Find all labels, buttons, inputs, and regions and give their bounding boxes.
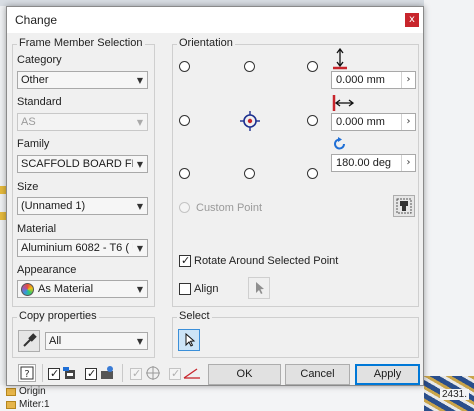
appearance-value: As Material xyxy=(38,283,94,295)
help-button[interactable]: ? xyxy=(18,364,36,382)
standard-value: AS xyxy=(21,116,36,128)
background-viewport xyxy=(424,0,474,411)
checkmark-icon: ✓ xyxy=(171,367,181,380)
member-properties-icon[interactable] xyxy=(99,365,115,381)
cancel-button[interactable]: Cancel xyxy=(285,364,350,385)
select-members-button[interactable] xyxy=(178,329,200,351)
close-button[interactable]: x xyxy=(405,13,419,27)
align-checkbox[interactable] xyxy=(179,283,191,295)
chevron-down-icon: ▼ xyxy=(136,336,144,346)
appearance-swatch-icon xyxy=(21,282,34,296)
size-label: Size xyxy=(17,181,39,193)
family-dropdown[interactable]: SCAFFOLD BOARD FRAME F ▼ xyxy=(17,155,148,173)
chevron-down-icon: ▼ xyxy=(136,159,144,169)
checkmark-icon: ✓ xyxy=(50,367,60,380)
appearance-dropdown[interactable]: As Material ▼ xyxy=(17,280,148,298)
folder-icon xyxy=(6,400,16,409)
flip-profile-button[interactable] xyxy=(393,195,415,217)
rotate-around-checkbox[interactable]: ✓ xyxy=(179,254,191,267)
checkmark-icon: ✓ xyxy=(87,367,97,380)
material-dropdown[interactable]: Aluminium 6082 - T6 ( UP TO ▼ xyxy=(17,239,148,257)
vertical-offset-icon xyxy=(333,47,347,70)
material-value: Aluminium 6082 - T6 ( UP TO xyxy=(21,242,133,254)
anchor-middle-left-radio[interactable] xyxy=(179,115,190,126)
orientation-preview-icon[interactable] xyxy=(145,365,161,381)
category-dropdown[interactable]: Other ▼ xyxy=(17,71,148,89)
appearance-label: Appearance xyxy=(17,264,77,276)
rotation-angle-value: 180.00 deg xyxy=(336,157,392,169)
category-value: Other xyxy=(21,74,49,86)
align-label: Align xyxy=(194,283,219,295)
chevron-down-icon: ▼ xyxy=(136,201,144,211)
size-dropdown[interactable]: (Unnamed 1) ▼ xyxy=(17,197,148,215)
viewport-dimension-label: 2431. xyxy=(440,389,470,400)
anchor-center-target-icon[interactable] xyxy=(240,111,260,131)
dialog-titlebar[interactable]: Change x xyxy=(7,7,423,33)
vertical-offset-value: 0.000 mm xyxy=(336,74,385,86)
tree-item-label: Origin xyxy=(19,386,46,397)
checkmark-icon: ✓ xyxy=(132,367,142,380)
option-checkbox-2[interactable]: ✓ xyxy=(85,367,97,380)
chevron-right-icon[interactable]: › xyxy=(401,72,415,88)
horizontal-offset-value: 0.000 mm xyxy=(336,116,385,128)
group-label: Select xyxy=(177,310,212,322)
custom-point-label: Custom Point xyxy=(196,202,263,214)
group-label: Frame Member Selection xyxy=(17,37,145,49)
anchor-middle-right-radio[interactable] xyxy=(307,115,318,126)
category-label: Category xyxy=(17,54,62,66)
horizontal-offset-input[interactable]: 0.000 mm › xyxy=(331,113,416,131)
angle-icon[interactable] xyxy=(183,365,201,381)
frame-member-icon[interactable] xyxy=(62,365,78,381)
material-label: Material xyxy=(17,223,57,235)
checkmark-icon: ✓ xyxy=(181,254,191,267)
align-select-button[interactable] xyxy=(248,277,270,299)
anchor-top-right-radio[interactable] xyxy=(307,61,318,72)
chevron-down-icon: ▼ xyxy=(136,117,144,127)
chevron-down-icon: ▼ xyxy=(136,75,144,85)
option-checkbox-1[interactable]: ✓ xyxy=(48,367,60,380)
ok-button[interactable]: OK xyxy=(208,364,281,385)
rotation-angle-input[interactable]: 180.00 deg › xyxy=(331,154,416,172)
rotation-icon xyxy=(333,137,347,151)
tree-item-origin[interactable]: Origin xyxy=(6,386,46,397)
copy-properties-dropdown[interactable]: All ▼ xyxy=(45,332,148,350)
chevron-down-icon: ▼ xyxy=(136,243,144,253)
copy-properties-value: All xyxy=(49,335,62,347)
standard-dropdown[interactable]: AS ▼ xyxy=(17,113,148,131)
toolbar-separator xyxy=(122,364,123,382)
option-checkbox-4[interactable]: ✓ xyxy=(169,367,181,380)
group-label: Orientation xyxy=(177,37,235,49)
anchor-top-center-radio[interactable] xyxy=(244,61,255,72)
chevron-right-icon[interactable]: › xyxy=(401,114,415,130)
chevron-down-icon: ▼ xyxy=(136,284,144,294)
vertical-offset-input[interactable]: 0.000 mm › xyxy=(331,71,416,89)
tree-item-miter[interactable]: Miter:1 xyxy=(6,399,50,410)
rotate-around-label: Rotate Around Selected Point xyxy=(194,255,339,267)
anchor-bottom-left-radio[interactable] xyxy=(179,168,190,179)
family-value: SCAFFOLD BOARD FRAME F xyxy=(21,158,133,170)
family-label: Family xyxy=(17,138,50,150)
select-group: Select xyxy=(172,310,419,358)
eyedropper-button[interactable] xyxy=(18,330,40,352)
option-checkbox-3[interactable]: ✓ xyxy=(130,367,142,380)
toolbar-separator xyxy=(42,364,43,382)
chevron-right-icon[interactable]: › xyxy=(401,155,415,171)
apply-button[interactable]: Apply xyxy=(355,364,420,385)
anchor-bottom-center-radio[interactable] xyxy=(244,168,255,179)
standard-label: Standard xyxy=(17,96,62,108)
anchor-top-left-radio[interactable] xyxy=(179,61,190,72)
custom-point-radio[interactable] xyxy=(179,202,190,213)
background-browser-tree xyxy=(0,385,474,411)
dialog-title: Change xyxy=(15,13,58,27)
anchor-bottom-right-radio[interactable] xyxy=(307,168,318,179)
folder-icon xyxy=(6,387,16,396)
svg-text:?: ? xyxy=(24,369,29,380)
size-value: (Unnamed 1) xyxy=(21,200,86,212)
change-dialog: Change x Frame Member Selection Category… xyxy=(6,6,424,386)
horizontal-offset-icon xyxy=(332,95,355,111)
group-label: Copy properties xyxy=(17,310,99,322)
tree-item-label: Miter:1 xyxy=(19,399,50,410)
